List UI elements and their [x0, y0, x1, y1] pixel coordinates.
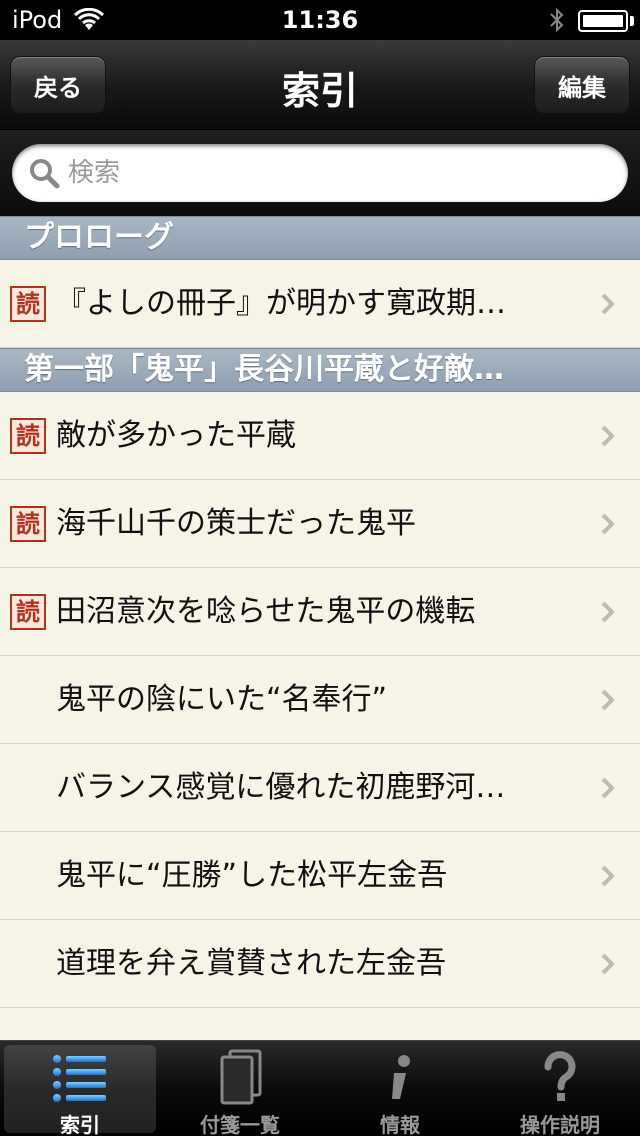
edit-button[interactable]: 編集 [534, 56, 630, 114]
search-bar [0, 130, 640, 216]
list-item-label: 鬼平に“圧勝”した松平左金吾 [56, 858, 448, 893]
tab-bookmarks[interactable]: 付箋一覧 [164, 1045, 316, 1136]
tab-info[interactable]: 情報 [324, 1045, 476, 1136]
list-item[interactable]: バランス感覚に優れた初鹿野河… [0, 744, 640, 832]
battery-icon [578, 10, 628, 32]
read-badge-icon: 読 [10, 286, 46, 322]
status-time: 11:36 [281, 6, 359, 34]
status-bar: iPod 11:36 [0, 0, 640, 40]
list-item[interactable]: 鬼平に“圧勝”した松平左金吾 [0, 832, 640, 920]
read-badge-icon: 読 [10, 418, 46, 454]
tab-label: 付箋一覧 [200, 1113, 280, 1136]
chevron-right-icon [601, 425, 615, 447]
list-item[interactable] [0, 1008, 640, 1040]
chevron-right-icon [601, 777, 615, 799]
list-item[interactable]: 鬼平の陰にいた“名奉行” [0, 656, 640, 744]
list-item[interactable]: 読 『よしの冊子』が明かす寛政期… [0, 260, 640, 348]
index-list[interactable]: プロローグ 読 『よしの冊子』が明かす寛政期… 第一部「鬼平」長谷川平蔵と好敵…… [0, 216, 640, 1040]
search-input[interactable] [68, 154, 608, 192]
tab-label: 情報 [380, 1113, 420, 1136]
tab-label: 操作説明 [520, 1113, 600, 1136]
search-icon [30, 159, 60, 189]
navigation-bar: 戻る 索引 編集 [0, 40, 640, 130]
list-item-label: 田沼意次を唸らせた鬼平の機転 [56, 594, 476, 629]
chevron-right-icon [601, 689, 615, 711]
list-item[interactable]: 読 田沼意次を唸らせた鬼平の機転 [0, 568, 640, 656]
tab-help[interactable]: 操作説明 [484, 1045, 636, 1136]
section-header: プロローグ [0, 216, 640, 260]
read-badge-icon: 読 [10, 594, 46, 630]
question-icon [544, 1051, 576, 1101]
list-item[interactable]: 読 海千山千の策士だった鬼平 [0, 480, 640, 568]
section-header: 第一部「鬼平」長谷川平蔵と好敵… [0, 348, 640, 392]
list-item-label: 道理を弁え賞賛された左金吾 [56, 946, 446, 981]
read-badge-icon: 読 [10, 506, 46, 542]
list-item-label: バランス感覚に優れた初鹿野河… [56, 770, 506, 805]
info-icon [392, 1055, 410, 1099]
chevron-right-icon [601, 865, 615, 887]
list-item[interactable]: 道理を弁え賞賛された左金吾 [0, 920, 640, 1008]
tab-label: 索引 [60, 1113, 100, 1136]
search-field[interactable] [12, 144, 628, 202]
list-item-label: 海千山千の策士だった鬼平 [56, 506, 416, 541]
tab-index[interactable]: 索引 [4, 1045, 156, 1136]
bluetooth-icon [550, 7, 564, 33]
list-item[interactable]: 読 敵が多かった平蔵 [0, 392, 640, 480]
battery-tip [630, 16, 634, 26]
chevron-right-icon [601, 293, 615, 315]
chevron-right-icon [601, 513, 615, 535]
list-item-label: 敵が多かった平蔵 [56, 418, 296, 453]
chevron-right-icon [601, 953, 615, 975]
bookmark-pages-icon [220, 1049, 262, 1105]
list-item-label: 『よしの冊子』が明かす寛政期… [56, 286, 506, 321]
list-icon [53, 1055, 106, 1102]
tab-bar: 索引 付箋一覧 情報 操作説明 [0, 1040, 640, 1136]
chevron-right-icon [601, 601, 615, 623]
list-item-label: 鬼平の陰にいた“名奉行” [56, 682, 388, 717]
